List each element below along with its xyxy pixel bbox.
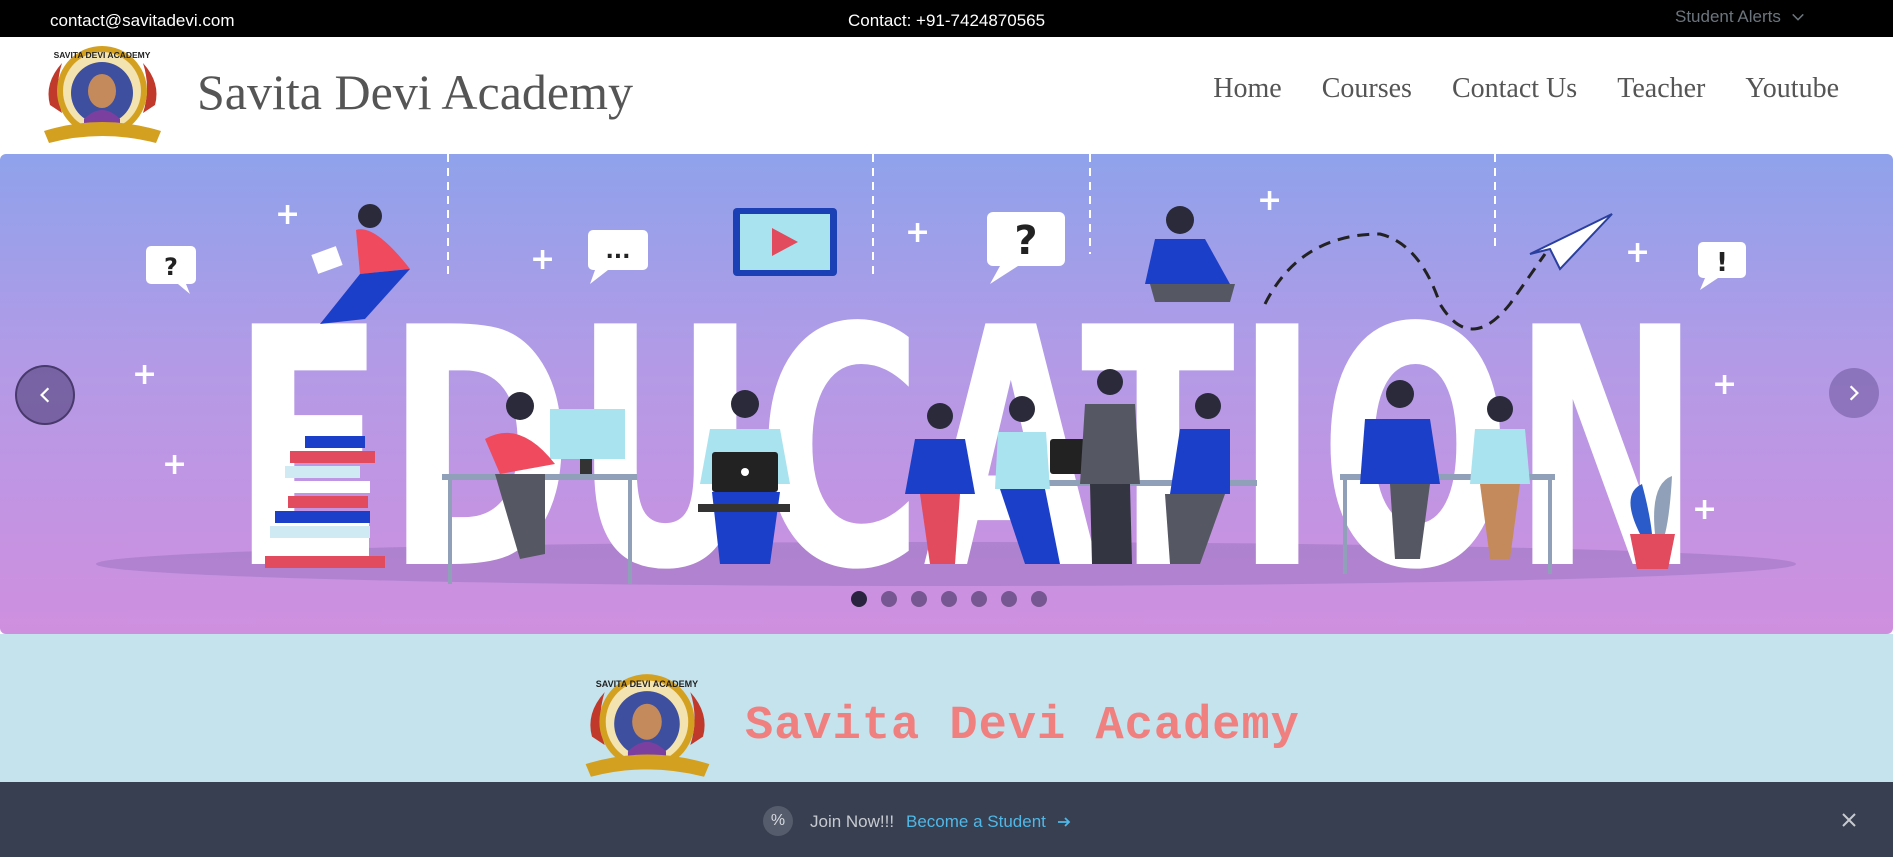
join-text: Join Now!!!: [810, 812, 895, 831]
carousel-indicator-2[interactable]: [881, 591, 897, 607]
main-nav: Home Courses Contact Us Teacher Youtube: [1213, 73, 1839, 105]
carousel-indicator-4[interactable]: [941, 591, 957, 607]
chevron-right-icon: [1849, 385, 1859, 401]
svg-text:+: +: [1257, 183, 1282, 218]
svg-text:?: ?: [1014, 218, 1037, 264]
hero-carousel: EDUCATION +++ +++ +++ ? ... ? !: [0, 154, 1893, 634]
carousel-indicator-1[interactable]: [851, 591, 867, 607]
contact-phone[interactable]: Contact: +91-7424870565: [848, 11, 1045, 31]
svg-text:!: !: [1716, 248, 1728, 278]
svg-text:+: +: [1712, 367, 1737, 402]
student-alerts-dropdown[interactable]: Student Alerts: [1675, 7, 1805, 27]
close-icon[interactable]: [1838, 809, 1860, 831]
svg-text:+: +: [132, 357, 157, 392]
carousel-indicator-7[interactable]: [1031, 591, 1047, 607]
percent-badge-icon: %: [763, 806, 793, 836]
svg-text:+: +: [1692, 492, 1717, 527]
become-student-link[interactable]: Become a Student: [906, 812, 1072, 832]
site-brand[interactable]: Savita Devi Academy: [197, 63, 633, 121]
academy-logo[interactable]: SAVITA DEVI ACADEMY: [40, 43, 165, 147]
join-banner: % Join Now!!! Become a Student: [0, 782, 1893, 857]
carousel-next-button[interactable]: [1829, 368, 1879, 418]
carousel-indicator-3[interactable]: [911, 591, 927, 607]
site-header: SAVITA DEVI ACADEMY Savita Devi Academy …: [0, 37, 1893, 154]
academy-logo-secondary: SAVITA DEVI ACADEMY: [585, 674, 710, 777]
svg-text:+: +: [275, 197, 300, 232]
carousel-prev-button[interactable]: [15, 365, 75, 425]
question-bubble-left: ?: [146, 246, 196, 294]
carousel-indicator-6[interactable]: [1001, 591, 1017, 607]
svg-text:SAVITA DEVI ACADEMY: SAVITA DEVI ACADEMY: [596, 679, 698, 689]
svg-text:+: +: [530, 242, 555, 277]
contact-email[interactable]: contact@savitadevi.com: [50, 11, 235, 31]
nav-courses[interactable]: Courses: [1322, 73, 1412, 105]
nav-youtube[interactable]: Youtube: [1745, 73, 1839, 105]
student-alerts-label: Student Alerts: [1675, 7, 1781, 26]
svg-text:+: +: [162, 447, 187, 482]
chevron-left-icon: [40, 387, 50, 403]
about-section: SAVITA DEVI ACADEMY Savita Devi Academy: [0, 634, 1893, 782]
nav-contact-us[interactable]: Contact Us: [1452, 73, 1577, 105]
svg-text:SAVITA DEVI ACADEMY: SAVITA DEVI ACADEMY: [54, 50, 151, 60]
svg-text:?: ?: [164, 253, 178, 281]
chevron-down-icon: [1792, 13, 1804, 21]
education-illustration: EDUCATION +++ +++ +++ ? ... ? !: [96, 154, 1796, 634]
top-bar: contact@savitadevi.com Contact: +91-7424…: [0, 0, 1893, 37]
section-title: Savita Devi Academy: [745, 700, 1300, 753]
carousel-indicator-5[interactable]: [971, 591, 987, 607]
carousel-indicators: [851, 591, 1047, 607]
svg-text:+: +: [1625, 235, 1650, 270]
svg-text:...: ...: [605, 239, 630, 264]
nav-teacher[interactable]: Teacher: [1617, 73, 1705, 105]
nav-home[interactable]: Home: [1213, 73, 1281, 105]
svg-text:+: +: [905, 215, 930, 250]
arrow-right-icon: [1057, 817, 1071, 827]
become-student-label: Become a Student: [906, 812, 1046, 831]
